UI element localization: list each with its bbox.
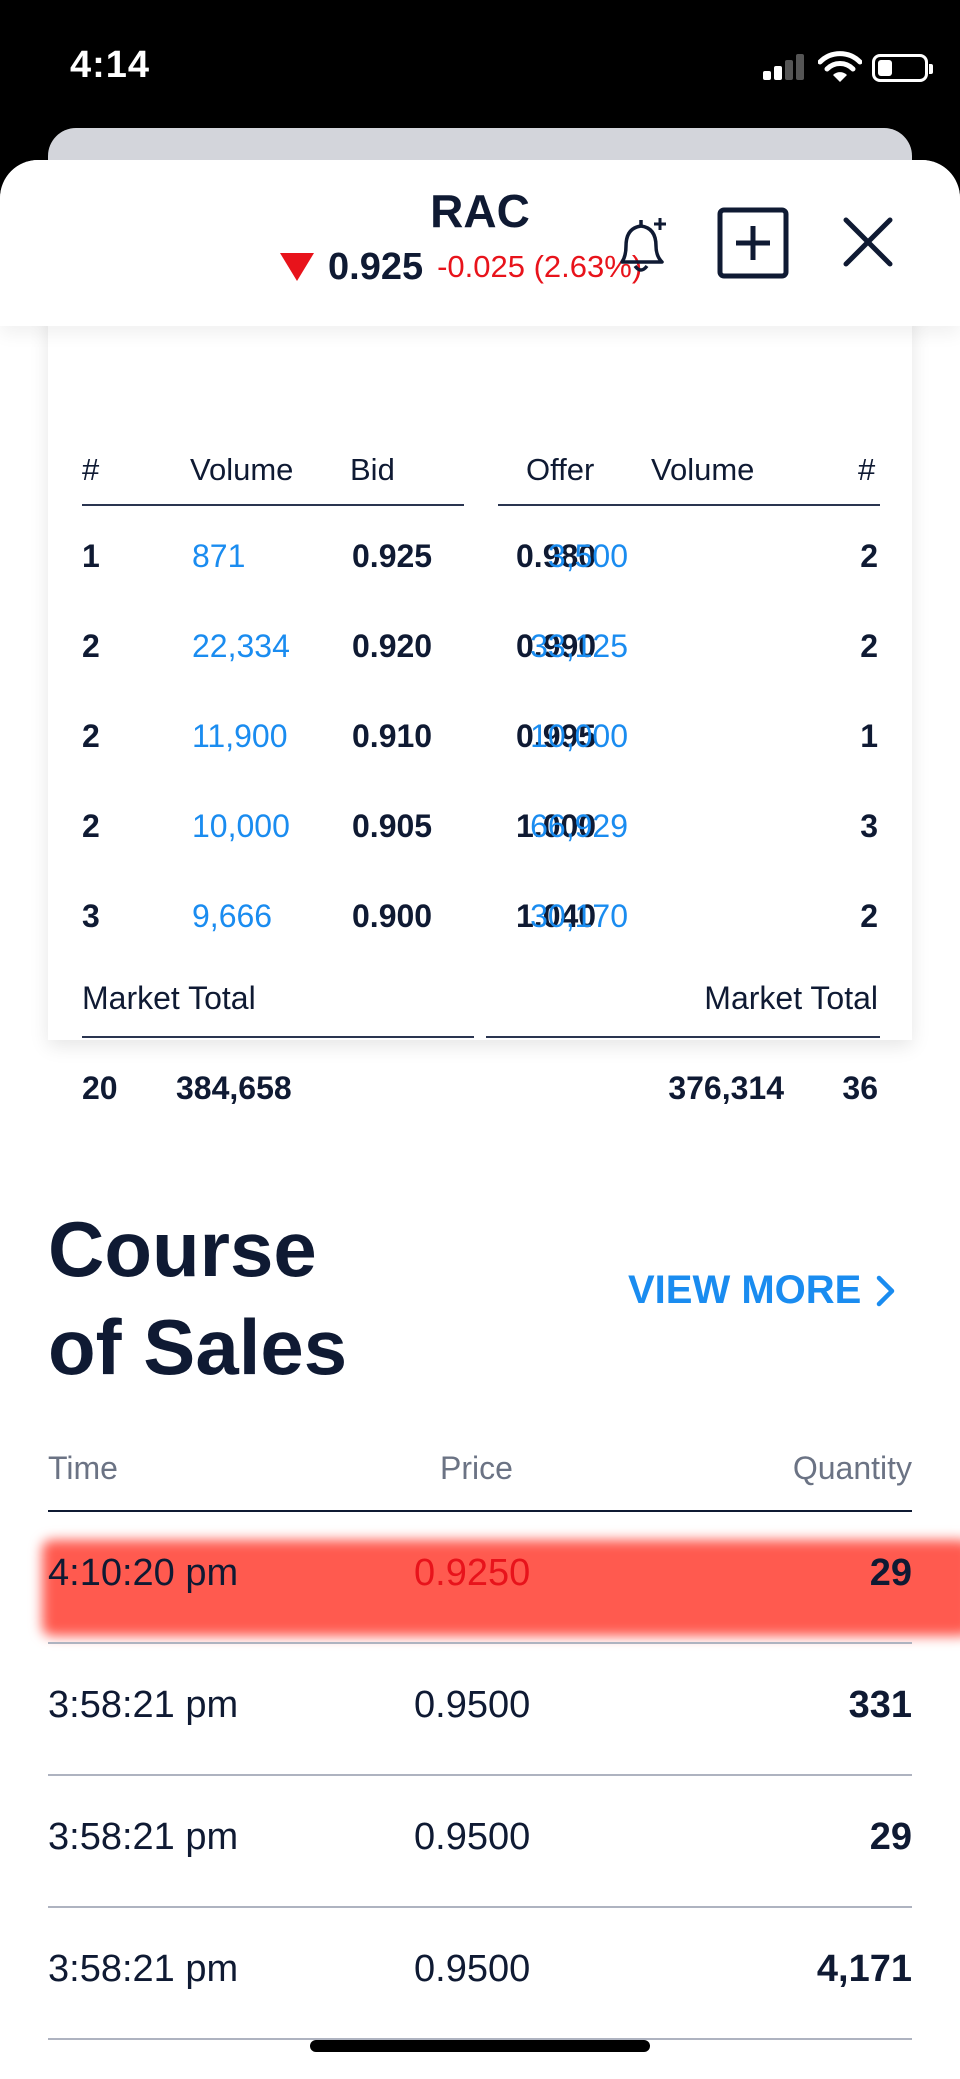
last-price: 0.925 — [328, 245, 424, 288]
view-more-label: VIEW MORE — [628, 1268, 862, 1312]
depth-bid-count-cell: 1 — [82, 538, 100, 574]
sale-price: 0.9500 — [414, 1684, 531, 1726]
header-bid-volume: Volume — [190, 452, 294, 487]
status-bar: 4:14 — [0, 0, 960, 130]
depth-offer-volume-cell[interactable]: 66,929 — [530, 808, 628, 845]
add-alert-bell-icon[interactable] — [608, 210, 674, 282]
stock-detail-sheet: RAC 0.925 -0.025 (2.63%) # Volume Bid Of… — [0, 160, 960, 2079]
sale-time: 3:58:21 pm — [48, 1684, 239, 1726]
depth-offer-count-cell: 3 — [860, 808, 878, 844]
header-offer: Offer — [526, 452, 595, 487]
chevron-right-icon — [877, 1275, 895, 1306]
column-quantity: Quantity — [792, 1450, 912, 1486]
depth-offer-volume-cell[interactable]: 10,000 — [530, 718, 628, 755]
price-down-icon — [280, 253, 314, 281]
status-time: 4:14 — [70, 44, 151, 86]
offer-header-divider — [498, 504, 880, 506]
battery-icon — [872, 54, 933, 82]
total-offer-count: 36 — [842, 1070, 878, 1106]
sale-quantity: 331 — [848, 1684, 912, 1726]
sale-row: 3:58:21 pm 0.9500 331 — [0, 1644, 960, 1776]
course-of-sales-title: Course of Sales — [48, 1200, 347, 1396]
market-depth-card: # Volume Bid Offer Volume # 1 871 0.925 0.9… — [48, 240, 912, 1106]
header-offer-volume: Volume — [651, 452, 755, 487]
sale-row: 3:58:21 pm 0.9500 4,171 — [0, 1908, 960, 2040]
depth-bid-cell: 0.900 — [352, 898, 433, 934]
depth-bid-volume-cell[interactable]: 871 — [192, 538, 245, 575]
home-indicator[interactable] — [310, 2040, 650, 2052]
depth-bid-count-cell: 3 — [82, 898, 100, 934]
depth-offer-count-cell: 2 — [860, 538, 878, 574]
cellular-signal-icon — [763, 54, 805, 80]
header-offer-count: # — [858, 452, 876, 487]
sale-quantity: 29 — [869, 1816, 912, 1858]
sale-time: 3:58:21 pm — [48, 1948, 239, 1990]
course-of-sales-title-line1: Course — [48, 1205, 317, 1293]
column-price: Price — [440, 1450, 513, 1486]
depth-bid-volume-cell[interactable]: 11,900 — [192, 718, 288, 755]
depth-bid-cell: 0.920 — [352, 628, 433, 664]
depth-bid-volume-cell[interactable]: 9,666 — [192, 898, 272, 935]
market-total-left-divider — [82, 1036, 474, 1038]
depth-bid-count-cell: 2 — [82, 718, 100, 754]
stock-header: RAC 0.925 -0.025 (2.63%) — [0, 160, 960, 326]
price-row: 0.925 -0.025 (2.63%) — [280, 242, 642, 292]
depth-offer-volume-cell[interactable]: 30,170 — [530, 898, 628, 935]
ticker-symbol: RAC — [430, 185, 530, 237]
depth-bid-cell: 0.910 — [352, 718, 433, 754]
sale-price: 0.9500 — [414, 1948, 531, 1990]
sale-quantity: 29 — [869, 1552, 912, 1594]
header-bid: Bid — [350, 452, 395, 487]
sale-time: 4:10:20 pm — [48, 1552, 239, 1594]
wifi-icon — [818, 51, 862, 82]
header-bid-count: # — [82, 452, 100, 487]
course-of-sales-title-line2: of Sales — [48, 1303, 348, 1391]
depth-offer-volume-cell[interactable]: 33,125 — [530, 628, 628, 665]
total-bid-volume: 384,658 — [176, 1070, 292, 1106]
sale-price: 0.9250 — [414, 1552, 531, 1594]
view-more-link[interactable]: VIEW MORE — [628, 1268, 897, 1313]
depth-offer-count-cell: 1 — [860, 718, 878, 754]
depth-offer-count-cell: 2 — [860, 628, 878, 664]
sale-price: 0.9500 — [414, 1816, 531, 1858]
market-total-right-label: Market Total — [704, 980, 878, 1016]
depth-offer-count-cell: 2 — [860, 898, 878, 934]
depth-bid-count-cell: 2 — [82, 808, 100, 844]
depth-offer-volume-cell[interactable]: 3,500 — [548, 538, 628, 575]
depth-bid-volume-cell[interactable]: 10,000 — [192, 808, 290, 845]
bid-header-divider — [82, 504, 464, 506]
close-icon[interactable] — [838, 212, 898, 272]
total-bid-count: 20 — [82, 1070, 118, 1106]
column-time: Time — [48, 1450, 118, 1486]
total-offer-volume: 376,314 — [668, 1070, 784, 1106]
sale-row: 4:10:20 pm 0.9250 29 — [0, 1512, 960, 1644]
depth-bid-cell: 0.905 — [352, 808, 433, 844]
market-total-left-label: Market Total — [82, 980, 256, 1016]
market-total-right-divider — [486, 1036, 880, 1038]
depth-bid-cell: 0.925 — [352, 538, 433, 574]
sale-row: 3:58:21 pm 0.9500 29 — [0, 1776, 960, 1908]
sale-quantity: 4,171 — [816, 1948, 912, 1990]
sale-time: 3:58:21 pm — [48, 1816, 239, 1858]
add-to-watchlist-icon[interactable] — [716, 206, 790, 280]
depth-bid-volume-cell[interactable]: 22,334 — [192, 628, 290, 665]
depth-bid-count-cell: 2 — [82, 628, 100, 664]
